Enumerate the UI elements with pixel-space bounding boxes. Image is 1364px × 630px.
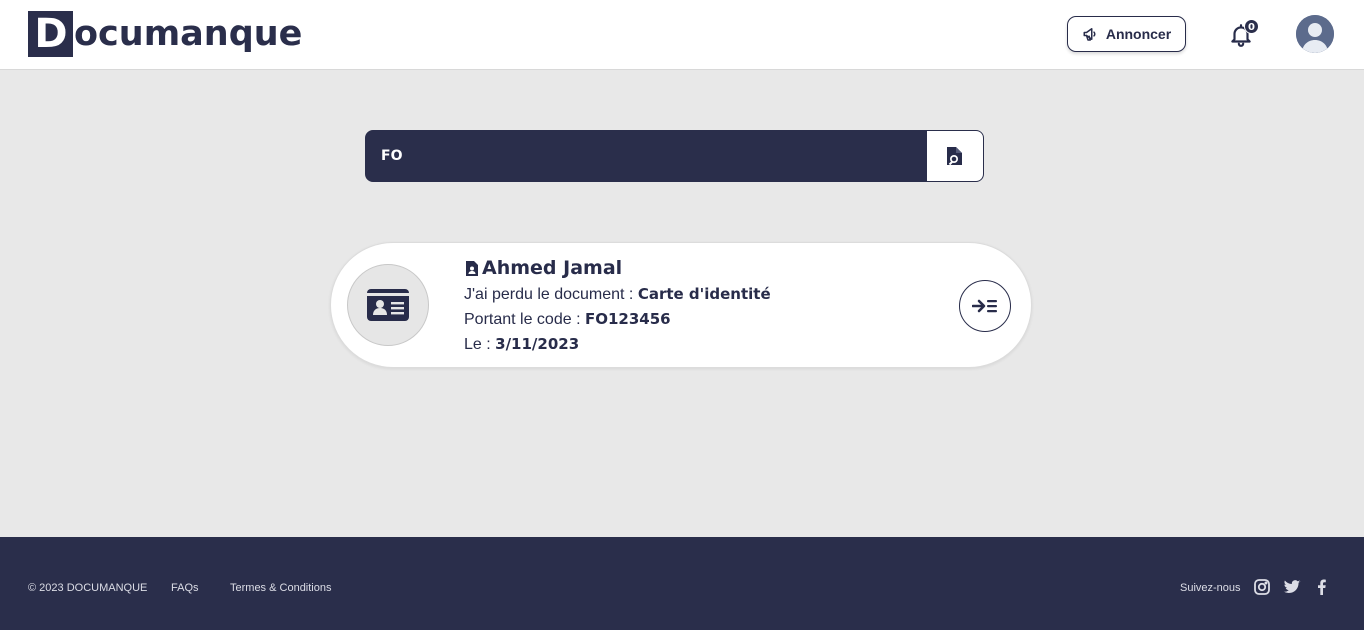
logo-text: ocumanque [74,14,303,54]
indent-arrow-icon [972,299,997,313]
announce-button[interactable]: Annoncer [1067,16,1186,52]
document-date: 3/11/2023 [495,335,580,353]
user-silhouette-icon [1296,15,1334,53]
document-type-badge [347,264,429,346]
id-card-icon [367,289,409,321]
twitter-icon [1283,580,1301,594]
follow-us-label: Suivez-nous [1180,582,1241,594]
facebook-icon [1318,579,1326,595]
document-type: Carte d'identité [637,285,771,303]
megaphone-icon [1083,28,1096,41]
announce-label: Annoncer [1105,26,1172,42]
notification-count-badge: 0 [1244,19,1259,34]
faqs-link[interactable]: FAQs [171,582,199,594]
notifications-button[interactable]: 0 [1228,19,1260,51]
owner-name-text: Ahmed Jamal [482,257,623,279]
document-code: FO123456 [584,310,671,328]
search-button[interactable] [926,131,983,181]
instagram-icon [1254,579,1270,595]
twitter-link[interactable] [1283,578,1301,596]
search-bar [365,130,984,182]
lost-prefix: J'ai perdu le document : [464,286,634,303]
lost-document-card: Ahmed Jamal J'ai perdu le document : Car… [330,242,1032,368]
top-header: D ocumanque Annoncer 0 [0,0,1364,70]
lost-document-line: J'ai perdu le document : Carte d'identit… [464,285,771,304]
owner-name: Ahmed Jamal [464,257,622,279]
code-prefix: Portant le code : [464,311,581,328]
document-date-line: Le : 3/11/2023 [464,335,579,354]
search-document-icon [947,147,962,166]
document-code-line: Portant le code : FO123456 [464,310,671,329]
facebook-link[interactable] [1313,578,1331,596]
date-prefix: Le : [464,336,491,353]
user-avatar[interactable] [1296,15,1334,53]
file-user-icon [466,260,478,276]
app-logo[interactable]: D ocumanque [28,11,302,57]
instagram-link[interactable] [1253,578,1271,596]
search-input[interactable] [366,131,927,181]
open-details-button[interactable] [959,280,1011,332]
copyright-text: © 2023 DOCUMANQUE [28,582,148,594]
logo-letter: D [28,11,73,57]
page-footer: © 2023 DOCUMANQUE FAQs Termes & Conditio… [0,537,1364,630]
terms-link[interactable]: Termes & Conditions [230,582,332,594]
